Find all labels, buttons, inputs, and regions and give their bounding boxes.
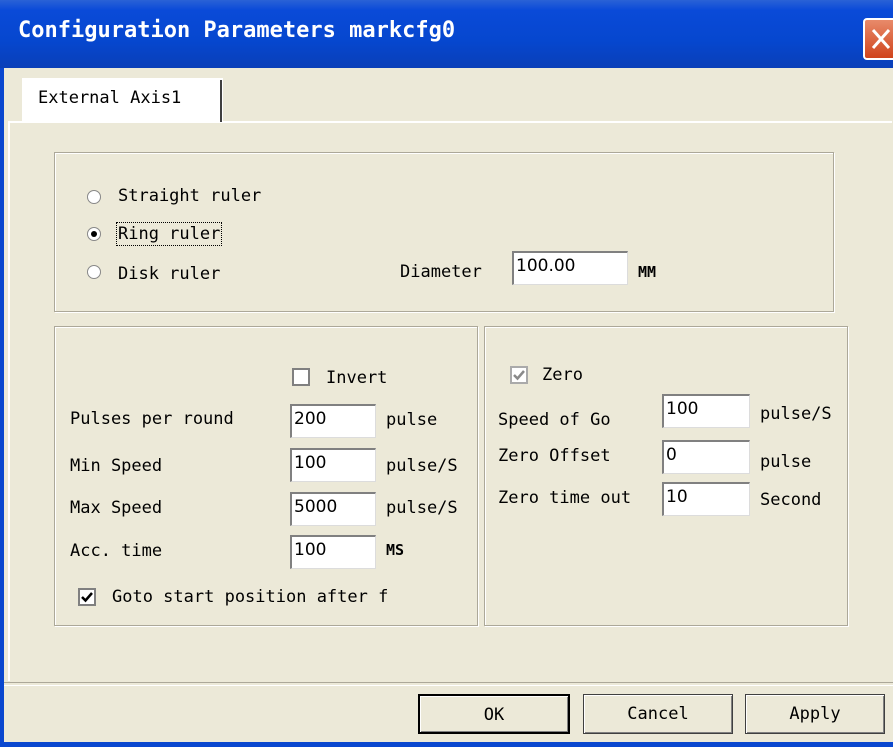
speed-of-go-unit: pulse/S	[760, 404, 832, 424]
diameter-unit: MM	[638, 263, 657, 281]
tab-label: External Axis1	[38, 88, 182, 108]
speed-of-go-input[interactable]: 100	[662, 394, 750, 428]
diameter-input[interactable]: 100.00	[512, 251, 628, 285]
zero-label[interactable]: Zero	[542, 365, 583, 385]
button-separator	[4, 682, 893, 686]
acc-time-unit: MS	[386, 541, 405, 559]
pulses-unit: pulse	[386, 410, 438, 430]
window-frame-left	[0, 68, 4, 747]
invert-label[interactable]: Invert	[326, 368, 387, 388]
straight-ruler-label[interactable]: Straight ruler	[118, 186, 261, 206]
acc-time-label: Acc. time	[70, 541, 163, 561]
pulses-per-round-input[interactable]: 200	[290, 404, 376, 438]
min-speed-unit: pulse/S	[386, 456, 458, 476]
pulses-per-round-label: Pulses per round	[70, 409, 234, 429]
zero-offset-unit: pulse	[760, 452, 812, 472]
min-speed-label: Min Speed	[70, 456, 163, 476]
speed-of-go-label: Speed of Go	[498, 410, 611, 430]
cancel-button[interactable]: Cancel	[583, 694, 733, 734]
goto-start-label[interactable]: Goto start position after f	[112, 587, 474, 607]
close-icon	[871, 29, 891, 49]
zero-offset-label: Zero Offset	[498, 446, 611, 466]
zero-timeout-label: Zero time out	[498, 488, 632, 508]
ring-ruler-radio[interactable]	[87, 227, 101, 241]
diameter-label: Diameter	[400, 262, 482, 282]
zero-group	[484, 326, 848, 626]
zero-timeout-unit: Second	[760, 490, 822, 510]
tab-divider	[220, 80, 222, 122]
zero-offset-input[interactable]: 0	[662, 440, 750, 474]
max-speed-unit: pulse/S	[386, 498, 458, 518]
window-title: Configuration Parameters markcfg0	[18, 18, 456, 43]
close-button[interactable]	[863, 18, 893, 60]
apply-button[interactable]: Apply	[745, 694, 885, 734]
window-frame-bottom	[0, 742, 893, 747]
goto-start-checkbox[interactable]	[78, 588, 96, 606]
disk-ruler-label[interactable]: Disk ruler	[118, 264, 220, 284]
max-speed-label: Max Speed	[70, 498, 163, 518]
min-speed-input[interactable]: 100	[290, 448, 376, 482]
invert-checkbox[interactable]	[292, 368, 310, 386]
ok-label: OK	[483, 705, 505, 725]
motor-group	[54, 326, 478, 626]
max-speed-input[interactable]: 5000	[290, 492, 376, 526]
checkmark-icon	[513, 370, 525, 381]
ring-ruler-label[interactable]: Ring ruler	[115, 222, 223, 246]
acc-time-input[interactable]: 100	[290, 535, 376, 569]
disk-ruler-radio[interactable]	[87, 265, 101, 279]
zero-timeout-input[interactable]: 10	[662, 482, 750, 516]
checkmark-icon	[81, 592, 93, 603]
apply-label: Apply	[789, 704, 841, 724]
straight-ruler-radio[interactable]	[87, 190, 101, 204]
zero-checkbox[interactable]	[510, 366, 528, 384]
cancel-label: Cancel	[627, 704, 689, 724]
ok-button[interactable]: OK	[418, 694, 570, 734]
